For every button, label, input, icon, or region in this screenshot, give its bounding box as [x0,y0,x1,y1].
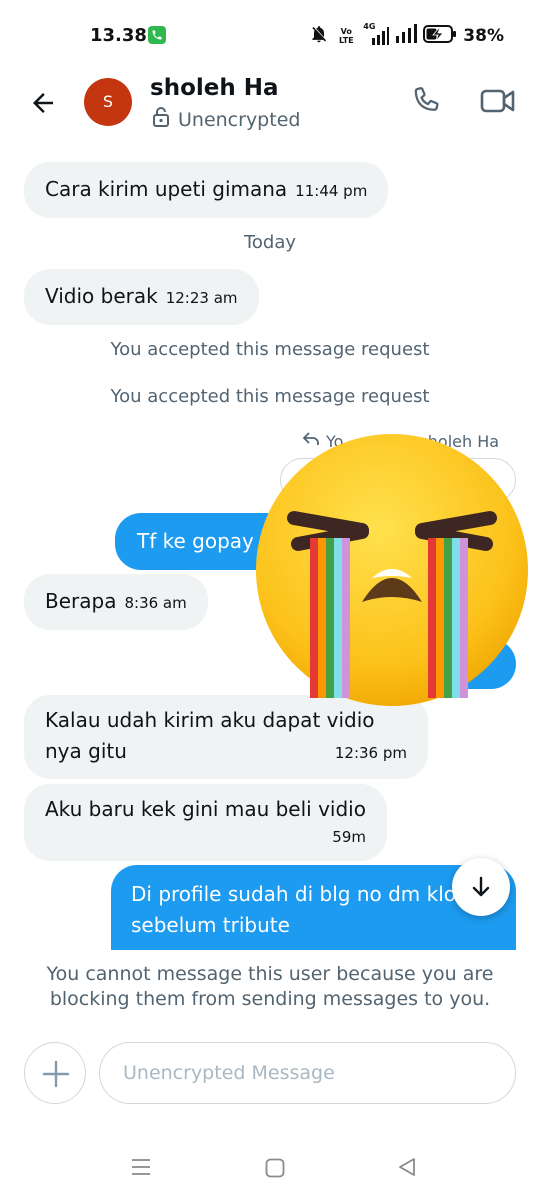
volte-icon: Vo LTE [338,27,354,45]
encryption-label: Unencrypted [178,108,301,131]
message-incoming[interactable]: Berapa 8:36 am [24,574,208,630]
message-text: Berapa [45,589,117,613]
message-text: Kalau udah kirim aku dapat vidio [45,708,375,732]
scroll-to-bottom-button[interactable] [452,858,510,916]
message-incoming[interactable]: Vidio berak 12:23 am [24,269,259,325]
battery-percent: 38% [463,26,504,46]
status-time: 13.38 [90,25,147,46]
unlocked-lock-icon [152,107,170,132]
message-text: sebelum tribute [131,913,290,937]
message-incoming[interactable]: Cara kirim upeti gimana 11:44 pm [24,162,389,218]
message-timestamp: 8:36 am [124,594,187,612]
message-text: Cara kirim upeti gimana [45,177,288,201]
contact-name[interactable]: sholeh Ha [150,75,279,101]
conversation-header: S sholeh Ha Unencrypted [0,72,540,142]
back-arrow-icon[interactable] [28,88,58,118]
signal-icon [395,24,418,48]
phone-icon[interactable] [408,84,442,118]
message-text: Aku baru kek gini mau beli vidio [45,797,366,821]
add-attachment-button[interactable] [24,1042,86,1104]
bell-off-icon [309,24,329,48]
system-navigation-bar [0,1140,540,1200]
video-camera-icon[interactable] [480,86,516,116]
message-text: Vidio berak [45,284,158,308]
message-text: Tf ke gopay [137,529,254,553]
back-triangle-icon[interactable] [396,1156,418,1182]
status-bar: 13.38 Vo LTE 4G 38% [0,0,540,72]
message-timestamp: 12:23 am [165,289,238,307]
blocked-notice: You cannot message this user because you… [46,963,494,1010]
message-incoming[interactable]: Aku baru kek gini mau beli vidio 59m [24,784,387,861]
phone-call-notification-icon [148,26,166,44]
home-icon[interactable] [264,1157,286,1183]
message-timestamp: 12:36 pm [334,744,407,762]
date-separator: Today [243,232,297,253]
crying-face-sticker[interactable] [254,432,530,708]
system-message: You accepted this message request [110,339,430,360]
message-text: nya gitu [45,739,127,763]
battery-charging-icon [423,24,457,48]
message-text: Di profile sudah di blg no dm klo [131,882,457,906]
recent-apps-icon[interactable] [130,1157,152,1181]
message-input[interactable] [99,1042,516,1104]
signal-icon: 4G [363,22,390,46]
system-message: You accepted this message request [110,386,430,407]
encryption-status: Unencrypted [152,107,300,132]
message-timestamp: 11:44 pm [295,182,368,200]
avatar[interactable]: S [84,78,132,126]
message-timestamp: 59m [332,828,366,846]
